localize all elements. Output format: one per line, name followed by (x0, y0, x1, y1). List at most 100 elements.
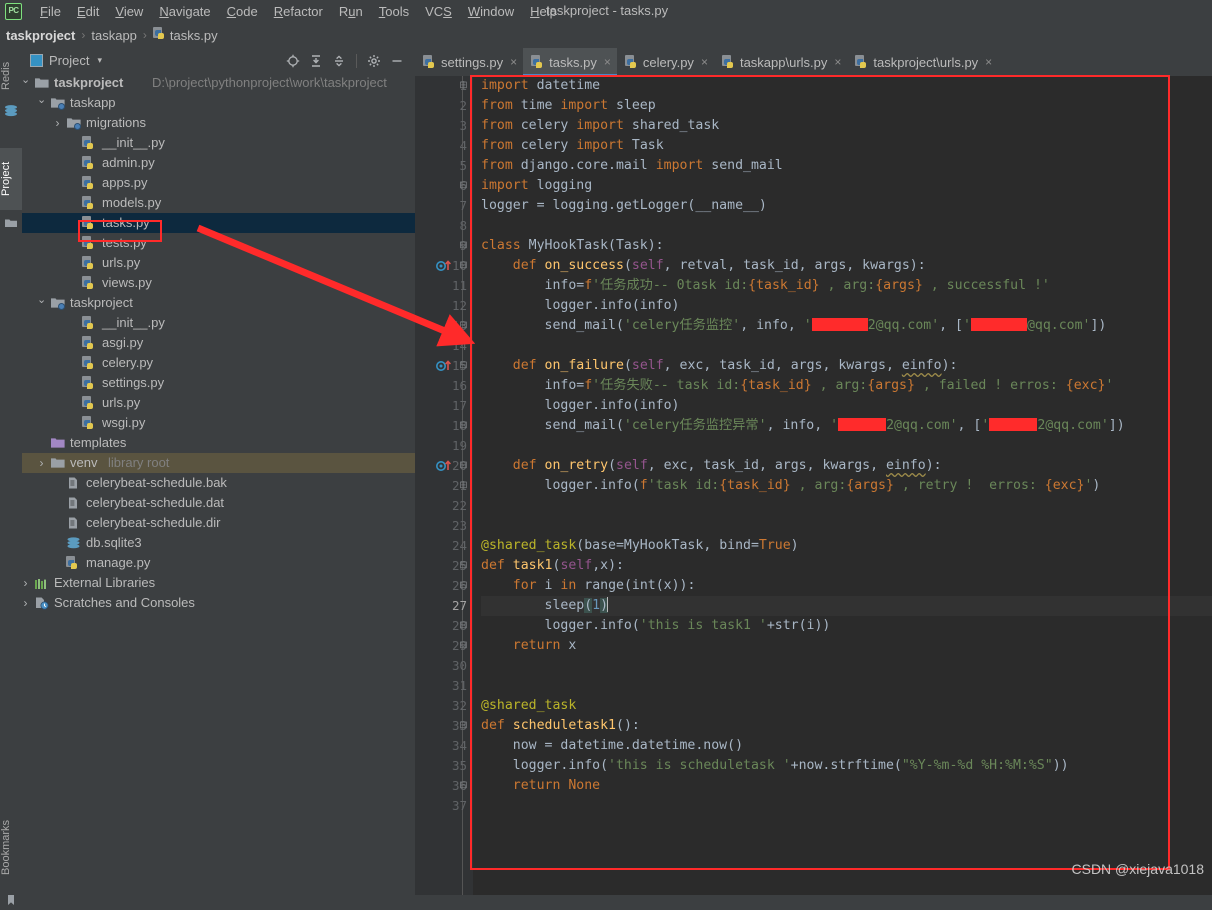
code-line[interactable]: logger.info(info) (481, 396, 1212, 416)
tree-item---init---py[interactable]: __init__.py (22, 313, 415, 333)
code-line[interactable]: from django.core.mail import send_mail (481, 156, 1212, 176)
line-number[interactable]: 7 (421, 196, 473, 216)
line-number[interactable]: 8 (421, 216, 473, 236)
menu-file[interactable]: File (32, 2, 69, 21)
tree-item-taskproject[interactable]: ⌄taskprojectD:\project\pythonproject\wor… (22, 73, 415, 93)
tree-item-models-py[interactable]: models.py (22, 193, 415, 213)
collapse-all-icon[interactable] (329, 51, 349, 70)
close-icon[interactable]: × (510, 55, 517, 69)
tree-item-apps-py[interactable]: apps.py (22, 173, 415, 193)
close-icon[interactable]: × (834, 55, 841, 69)
code-fold-toggle[interactable]: ⊟ (459, 616, 468, 636)
tree-item-celerybeat-schedule-bak[interactable]: celerybeat-schedule.bak (22, 473, 415, 493)
editor-tab-taskproject-urls-py[interactable]: taskproject\urls.py× (847, 48, 998, 76)
tree-item-urls-py[interactable]: urls.py (22, 253, 415, 273)
tree-item-tasks-py[interactable]: tasks.py (22, 213, 415, 233)
sidebar-tab-bookmarks[interactable]: Bookmarks (0, 808, 22, 886)
tree-item-tests-py[interactable]: tests.py (22, 233, 415, 253)
menu-refactor[interactable]: Refactor (266, 2, 331, 21)
line-number[interactable]: 3 (421, 116, 473, 136)
code-fold-toggle[interactable]: ⊟ (459, 256, 468, 276)
editor-gutter[interactable]: 1234567891011121314151617181920212223242… (415, 76, 473, 895)
code-fold-toggle[interactable]: ⊟ (459, 556, 468, 576)
code-line[interactable]: return None (481, 776, 1212, 796)
close-icon[interactable]: × (701, 55, 708, 69)
code-line[interactable]: def scheduletask1(): (481, 716, 1212, 736)
tree-item-wsgi-py[interactable]: wsgi.py (22, 413, 415, 433)
expand-all-icon[interactable] (306, 51, 326, 70)
code-fold-toggle[interactable]: ⊟ (459, 476, 468, 496)
close-icon[interactable]: × (985, 55, 992, 69)
code-fold-toggle[interactable]: ⊟ (459, 636, 468, 656)
code-fold-toggle[interactable]: ⊟ (459, 576, 468, 596)
code-line[interactable]: logger.info(info) (481, 296, 1212, 316)
line-number[interactable]: 23 (421, 516, 473, 536)
code-line[interactable]: import datetime (481, 76, 1212, 96)
overridden-method-icon[interactable] (435, 456, 457, 476)
tree-item-venv[interactable]: ›venvlibrary root (22, 453, 415, 473)
editor-tab-tasks-py[interactable]: tasks.py× (523, 48, 617, 76)
code-fold-toggle[interactable]: ⊟ (459, 716, 468, 736)
line-number[interactable]: 34 (421, 736, 473, 756)
code-line[interactable]: sleep(1) (481, 596, 1212, 616)
editor-tab-bar[interactable]: settings.py×tasks.py×celery.py×taskapp\u… (415, 48, 1212, 76)
overridden-method-icon[interactable] (435, 256, 457, 276)
code-fold-toggle[interactable]: ⊟ (459, 176, 468, 196)
code-line[interactable] (481, 796, 1212, 816)
code-line[interactable]: logger = logging.getLogger(__name__) (481, 196, 1212, 216)
line-number[interactable]: 37 (421, 796, 473, 816)
menu-view[interactable]: View (107, 2, 151, 21)
project-tree[interactable]: ⌄taskprojectD:\project\pythonproject\wor… (22, 73, 415, 895)
line-number[interactable]: 32 (421, 696, 473, 716)
menu-window[interactable]: Window (460, 2, 522, 21)
code-line[interactable]: send_mail('celery任务监控异常', info, '2@qq.co… (481, 416, 1212, 436)
code-line[interactable]: info=f'任务失败-- task id:{task_id} , arg:{a… (481, 376, 1212, 396)
chevron-down-icon[interactable]: ⌄ (37, 293, 46, 313)
tree-item-views-py[interactable]: views.py (22, 273, 415, 293)
line-number[interactable]: 22 (421, 496, 473, 516)
line-number[interactable]: 19 (421, 436, 473, 456)
chevron-right-icon[interactable]: › (37, 453, 46, 473)
line-number[interactable]: 14 (421, 336, 473, 356)
menu-run[interactable]: Run (331, 2, 371, 21)
breadcrumb-item-taskproject[interactable]: taskproject (6, 28, 75, 43)
code-line[interactable]: info=f'任务成功-- 0task id:{task_id} , arg:{… (481, 276, 1212, 296)
code-line[interactable]: logger.info('this is scheduletask '+now.… (481, 756, 1212, 776)
code-line[interactable]: def on_failure(self, exc, task_id, args,… (481, 356, 1212, 376)
tree-item-settings-py[interactable]: settings.py (22, 373, 415, 393)
tree-item-templates[interactable]: templates (22, 433, 415, 453)
menu-vcs[interactable]: VCS (417, 2, 460, 21)
breadcrumb-item-taskapp[interactable]: taskapp (91, 28, 137, 43)
code-line[interactable]: send_mail('celery任务监控', info, '2@qq.com'… (481, 316, 1212, 336)
code-line[interactable] (481, 496, 1212, 516)
tree-item-db-sqlite3[interactable]: db.sqlite3 (22, 533, 415, 553)
breadcrumb-item-tasks-py[interactable]: tasks.py (170, 28, 218, 43)
code-content[interactable]: import datetimefrom time import sleepfro… (473, 76, 1212, 895)
line-number[interactable]: 17 (421, 396, 473, 416)
code-line[interactable] (481, 216, 1212, 236)
hide-panel-icon[interactable] (387, 51, 407, 70)
code-fold-toggle[interactable]: ⊟ (459, 316, 468, 336)
menu-edit[interactable]: Edit (69, 2, 107, 21)
line-number[interactable]: 24 (421, 536, 473, 556)
tree-item-scratches and consoles[interactable]: ›Scratches and Consoles (22, 593, 415, 613)
chevron-down-icon[interactable]: ⌄ (22, 73, 30, 93)
code-line[interactable]: def on_success(self, retval, task_id, ar… (481, 256, 1212, 276)
code-line[interactable]: @shared_task(base=MyHookTask, bind=True) (481, 536, 1212, 556)
menu-code[interactable]: Code (219, 2, 266, 21)
code-line[interactable] (481, 656, 1212, 676)
code-line[interactable]: def task1(self,x): (481, 556, 1212, 576)
locate-icon[interactable] (283, 51, 303, 70)
editor-tab-taskapp-urls-py[interactable]: taskapp\urls.py× (714, 48, 847, 76)
close-icon[interactable]: × (604, 55, 611, 69)
chevron-down-icon[interactable]: ⌄ (37, 93, 46, 113)
code-editor[interactable]: 1234567891011121314151617181920212223242… (415, 76, 1212, 895)
tree-item-taskapp[interactable]: ⌄taskapp (22, 93, 415, 113)
code-line[interactable] (481, 336, 1212, 356)
code-line[interactable]: logger.info(f'task id:{task_id} , arg:{a… (481, 476, 1212, 496)
line-number[interactable]: 11 (421, 276, 473, 296)
line-number[interactable]: 16 (421, 376, 473, 396)
code-line[interactable]: from celery import shared_task (481, 116, 1212, 136)
code-line[interactable]: for i in range(int(x)): (481, 576, 1212, 596)
line-number[interactable]: 35 (421, 756, 473, 776)
